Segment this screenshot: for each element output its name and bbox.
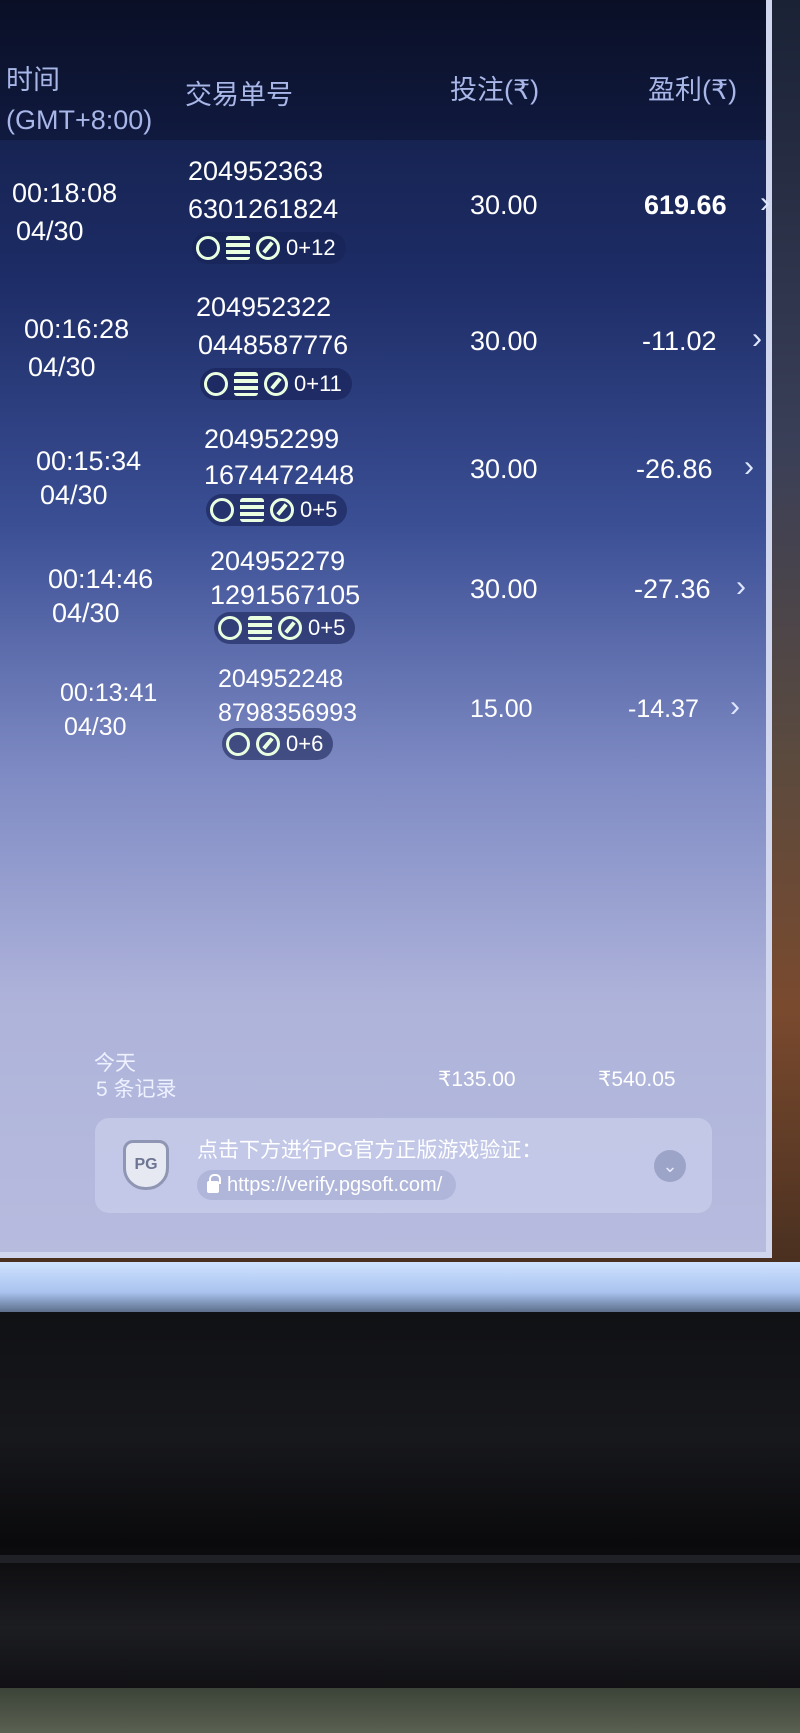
row-date: 04/30 xyxy=(16,216,84,246)
table-row[interactable]: 00:16:28 04/30 204952322 0448587776 0+11… xyxy=(0,286,766,411)
row-transaction-id: 204952322 xyxy=(196,292,332,322)
profit-column-header: 盈利(₹) xyxy=(648,75,738,105)
row-profit: 619.66 xyxy=(644,190,727,220)
row-feature-badges: 0+11 xyxy=(200,368,352,400)
table-header: 时间 (GMT+8:00) 交易单号 投注(₹) 盈利(₹) xyxy=(0,0,766,140)
row-transaction-id-suffix: 8798356993 xyxy=(218,699,358,727)
verification-link[interactable]: https://verify.pgsoft.com/ xyxy=(197,1170,457,1200)
bet-history-window: 时间 (GMT+8:00) 交易单号 投注(₹) 盈利(₹) 00:18:08 … xyxy=(0,0,772,1258)
row-date: 04/30 xyxy=(52,598,120,628)
row-time: 00:13:41 xyxy=(60,679,158,707)
row-transaction-id-suffix: 0448587776 xyxy=(198,330,349,360)
row-transaction-id: 204952299 xyxy=(204,424,340,454)
row-bet: 30.00 xyxy=(470,190,538,220)
time-column-header: 时间 xyxy=(6,65,60,95)
row-time: 00:15:34 xyxy=(36,446,142,476)
table-row[interactable]: 00:13:41 04/30 204952248 8798356993 0+6 … xyxy=(0,660,766,785)
free-spin-icon xyxy=(270,498,294,522)
row-spin-count: 0+12 xyxy=(286,235,336,260)
chevron-right-icon[interactable]: › xyxy=(730,688,740,726)
row-bet: 30.00 xyxy=(470,454,538,484)
timezone-label: (GMT+8:00) xyxy=(6,105,153,135)
free-spin-icon xyxy=(256,732,280,756)
row-transaction-id: 204952248 xyxy=(218,665,344,693)
row-profit: -26.86 xyxy=(636,454,713,484)
verification-url: https://verify.pgsoft.com/ xyxy=(227,1173,443,1196)
period-label: 今天 xyxy=(94,1052,136,1075)
row-profit: -14.37 xyxy=(628,695,699,723)
row-profit: -11.02 xyxy=(642,326,717,356)
spin-icon xyxy=(204,372,228,396)
table-row[interactable]: 00:15:34 04/30 204952299 1674472448 0+5 … xyxy=(0,420,766,545)
record-count: 5 条记录 xyxy=(96,1078,177,1101)
bezel-ridge xyxy=(0,1555,800,1563)
row-feature-badges: 0+6 xyxy=(222,728,334,760)
row-transaction-id-suffix: 1674472448 xyxy=(204,460,355,490)
row-feature-badges: 0+5 xyxy=(214,612,356,644)
row-spin-count: 0+5 xyxy=(308,615,346,640)
chevron-right-icon[interactable]: › xyxy=(760,184,770,222)
lock-icon xyxy=(207,1174,221,1193)
chevron-right-icon[interactable]: › xyxy=(744,448,754,486)
row-bet: 30.00 xyxy=(470,574,538,604)
row-date: 04/30 xyxy=(28,352,96,382)
pg-shield-icon: PG xyxy=(123,1140,169,1190)
row-time: 00:18:08 xyxy=(12,178,118,208)
chevron-right-icon[interactable]: › xyxy=(736,568,746,606)
coin-stack-icon xyxy=(226,236,250,260)
row-spin-count: 0+6 xyxy=(286,731,324,756)
row-transaction-id: 204952279 xyxy=(210,546,346,576)
desk-surface xyxy=(0,1688,800,1733)
monitor-bezel xyxy=(0,1312,800,1733)
chevron-right-icon[interactable]: › xyxy=(752,320,762,358)
row-bet: 15.00 xyxy=(470,695,533,723)
free-spin-icon xyxy=(256,236,280,260)
spin-icon xyxy=(218,616,242,640)
free-spin-icon xyxy=(278,616,302,640)
spin-icon xyxy=(226,732,250,756)
row-transaction-id-suffix: 1291567105 xyxy=(210,580,361,610)
row-spin-count: 0+11 xyxy=(294,371,342,396)
row-profit: -27.36 xyxy=(634,574,711,604)
free-spin-icon xyxy=(264,372,288,396)
row-date: 04/30 xyxy=(64,713,127,741)
coin-stack-icon xyxy=(240,498,264,522)
bet-column-header: 投注(₹) xyxy=(450,75,540,105)
pg-verification-banner[interactable]: PG 点击下方进行PG官方正版游戏验证： https://verify.pgso… xyxy=(95,1118,712,1213)
row-feature-badges: 0+12 xyxy=(192,232,346,264)
chevron-down-icon[interactable]: ⌄ xyxy=(654,1150,686,1182)
coin-stack-icon xyxy=(234,372,258,396)
row-transaction-id: 204952363 xyxy=(188,156,324,186)
spin-icon xyxy=(196,236,220,260)
row-spin-count: 0+5 xyxy=(300,497,338,522)
monitor-edge xyxy=(0,1262,800,1312)
row-transaction-id-suffix: 6301261824 xyxy=(188,194,339,224)
transaction-id-column-header: 交易单号 xyxy=(185,80,293,110)
row-feature-badges: 0+5 xyxy=(206,494,348,526)
row-date: 04/30 xyxy=(40,480,108,510)
total-bet: ₹135.00 xyxy=(438,1068,516,1091)
spin-icon xyxy=(210,498,234,522)
total-profit: ₹540.05 xyxy=(598,1068,676,1091)
table-row[interactable]: 00:14:46 04/30 204952279 1291567105 0+5 … xyxy=(0,542,766,667)
row-time: 00:16:28 xyxy=(24,314,130,344)
row-time: 00:14:46 xyxy=(48,564,154,594)
table-row[interactable]: 00:18:08 04/30 204952363 6301261824 0+12… xyxy=(0,150,770,275)
row-bet: 30.00 xyxy=(470,326,538,356)
verification-prompt: 点击下方进行PG官方正版游戏验证： xyxy=(197,1139,543,1162)
coin-stack-icon xyxy=(248,616,272,640)
